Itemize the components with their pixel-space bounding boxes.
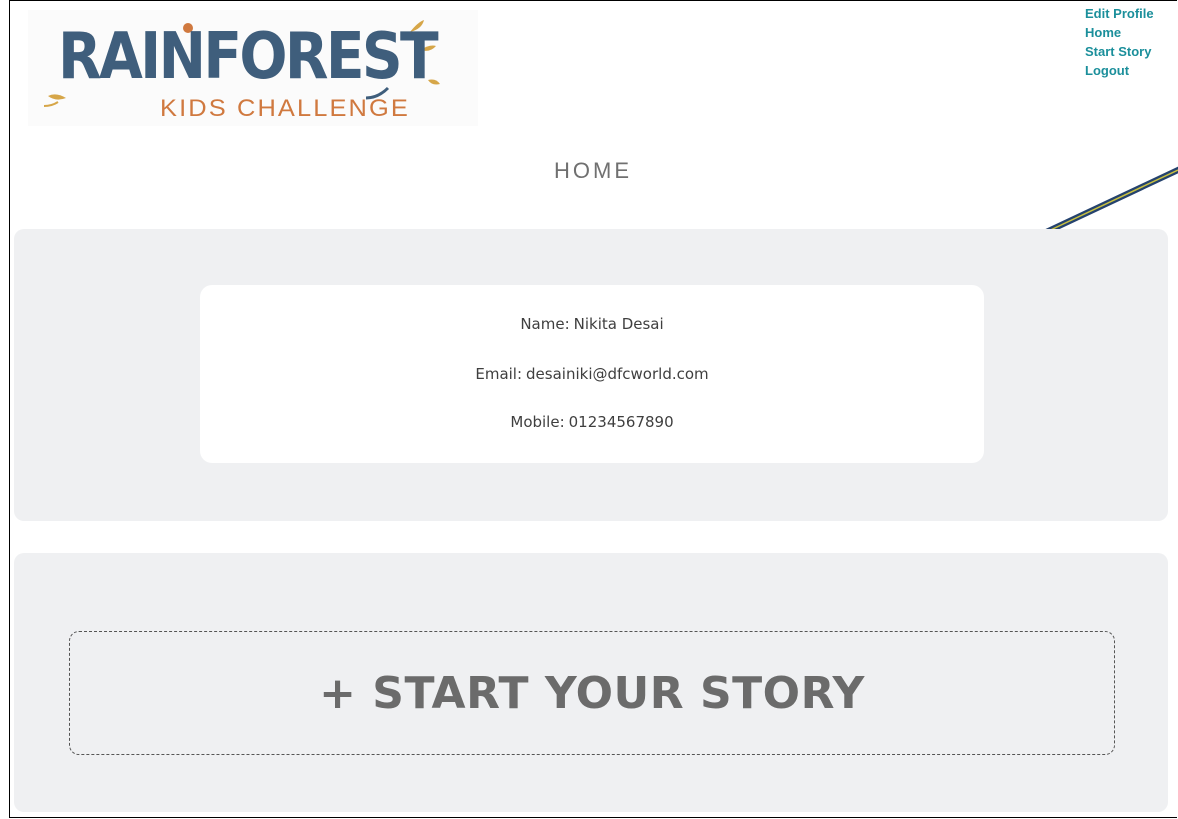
profile-card: Name: Nikita Desai Email: desainiki@dfcwor… bbox=[200, 285, 984, 463]
profile-name: Name: Nikita Desai bbox=[200, 315, 984, 333]
nav-edit-profile[interactable]: Edit Profile bbox=[1085, 4, 1178, 23]
story-panel: + START YOUR STORY bbox=[14, 553, 1168, 812]
name-value: Nikita Desai bbox=[573, 315, 664, 333]
profile-email: Email: desainiki@dfcworld.com bbox=[200, 365, 984, 383]
page-title: HOME bbox=[554, 158, 632, 183]
nav-home[interactable]: Home bbox=[1085, 23, 1178, 42]
email-label: Email: bbox=[475, 365, 523, 383]
name-label: Name: bbox=[520, 315, 570, 333]
email-value: desainiki@dfcworld.com bbox=[526, 365, 709, 383]
mobile-label: Mobile: bbox=[510, 413, 565, 431]
top-nav: Edit Profile Home Start Story Logout bbox=[1085, 4, 1178, 80]
profile-mobile: Mobile: 01234567890 bbox=[200, 413, 984, 431]
rainforest-logo[interactable]: RAINFOREST KIDS CHALLENGE bbox=[28, 10, 478, 126]
logo-subtitle: KIDS CHALLENGE bbox=[160, 95, 410, 122]
nav-start-story[interactable]: Start Story bbox=[1085, 42, 1178, 61]
mobile-value: 01234567890 bbox=[568, 413, 674, 431]
start-your-story-button[interactable]: + START YOUR STORY bbox=[69, 631, 1115, 755]
logo-title: RAINFOREST bbox=[58, 20, 439, 94]
profile-panel: Name: Nikita Desai Email: desainiki@dfcwor… bbox=[14, 229, 1168, 521]
nav-logout[interactable]: Logout bbox=[1085, 61, 1178, 80]
